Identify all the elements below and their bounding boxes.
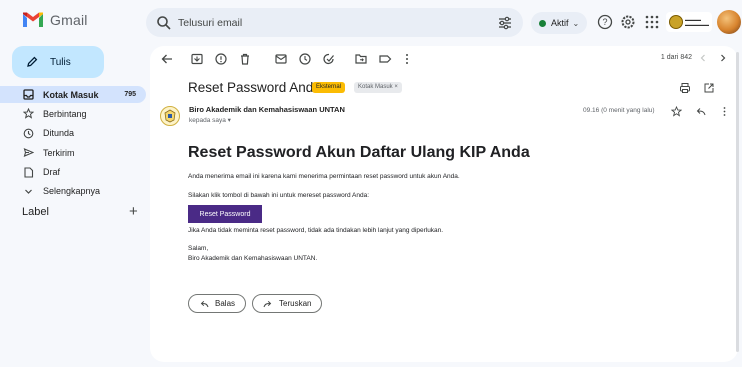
more-vert-icon[interactable] [719, 106, 730, 117]
help-icon[interactable]: ? [597, 14, 613, 30]
delete-icon[interactable] [238, 52, 252, 66]
gmail-m-icon [23, 12, 43, 27]
chevron-down-icon: ⌄ [572, 18, 580, 28]
sidebar-item-inbox[interactable]: Kotak Masuk 795 [0, 86, 146, 103]
sender-name[interactable]: Biro Akademik dan Kemahasiswaan UNTAN [189, 105, 345, 114]
body-paragraph: Silakan klik tombol di bawah ini untuk m… [188, 192, 370, 199]
body-paragraph: Jika Anda tidak meminta reset password, … [188, 227, 444, 234]
archive-icon[interactable] [190, 52, 204, 66]
clock-icon [22, 127, 34, 139]
add-label-button[interactable]: + [129, 203, 138, 220]
move-to-icon[interactable] [354, 52, 368, 66]
email-heading: Reset Password Akun Daftar Ulang KIP And… [188, 144, 530, 161]
top-bar: Gmail Telusuri email Aktif ⌄ ? ▬▬▬▬ ▬▬▬▬… [0, 0, 742, 46]
sidebar-item-label: Terkirim [43, 147, 75, 158]
compose-label: Tulis [50, 56, 71, 68]
sidebar-item-label: Draf [43, 167, 61, 178]
external-tag: Eksternal [312, 82, 346, 93]
send-icon [22, 147, 34, 159]
labels-heading: Label [22, 206, 49, 218]
email-subject: Reset Password Anda [188, 80, 321, 95]
forward-icon [263, 300, 272, 307]
reply-icon[interactable] [695, 106, 706, 117]
app-name: Gmail [50, 11, 88, 28]
recipient-details[interactable]: kepada saya ▾ [189, 116, 231, 124]
chevron-left-icon[interactable] [697, 52, 709, 64]
organization-logo[interactable]: ▬▬▬▬ ▬▬▬▬▬▬ [666, 12, 712, 32]
back-arrow-icon[interactable] [160, 52, 174, 66]
sidebar-item-snoozed[interactable]: Ditunda [0, 125, 146, 142]
sender-avatar [160, 106, 180, 126]
scrollbar[interactable] [736, 52, 739, 352]
star-icon [22, 108, 34, 120]
mark-unread-icon[interactable] [274, 52, 288, 66]
sidebar-item-label: Ditunda [43, 128, 75, 139]
chevron-right-icon[interactable] [717, 52, 729, 64]
search-input[interactable]: Telusuri email [178, 17, 242, 29]
sidebar-item-label: Kotak Masuk [43, 89, 99, 100]
open-new-window-icon[interactable] [703, 82, 715, 94]
label-icon[interactable] [378, 52, 392, 66]
forward-label: Teruskan [279, 299, 312, 308]
reply-button[interactable]: Balas [188, 294, 247, 313]
signoff-name: Biro Akademik dan Kemahasiswaan UNTAN. [188, 255, 318, 262]
sidebar-item-starred[interactable]: Berbintang [0, 105, 146, 122]
sidebar-item-more[interactable]: Selengkapnya [0, 183, 146, 200]
print-icon[interactable] [679, 82, 691, 94]
sidebar-item-label: Berbintang [43, 108, 87, 119]
add-task-icon[interactable] [322, 52, 336, 66]
status-label: Aktif [551, 18, 569, 28]
search-icon[interactable] [156, 15, 172, 31]
email-timestamp: 09.16 (0 menit yang lalu) [583, 107, 655, 114]
forward-button[interactable]: Teruskan [252, 294, 323, 313]
status-selector[interactable]: Aktif ⌄ [531, 12, 588, 34]
sidebar-item-drafts[interactable]: Draf [0, 164, 146, 181]
pagination-text: 1 dari 842 [660, 54, 692, 61]
organization-logo-text: ▬▬▬▬ ▬▬▬▬▬▬ [685, 17, 709, 27]
apps-grid-icon[interactable] [644, 14, 660, 30]
inbox-tag[interactable]: Kotak Masuk × [354, 82, 402, 93]
email-view-panel: 1 dari 842 Reset Password Anda Eksternal… [150, 46, 738, 362]
search-options-icon[interactable] [497, 15, 513, 31]
svg-text:?: ? [602, 17, 607, 27]
star-icon[interactable] [671, 106, 682, 117]
reply-label: Balas [215, 299, 236, 308]
sidebar-item-label: Selengkapnya [43, 186, 101, 197]
inbox-icon [22, 89, 34, 101]
reset-password-button[interactable]: Reset Password [188, 205, 262, 223]
reply-icon [200, 300, 209, 307]
draft-icon [22, 166, 34, 178]
university-seal-icon [164, 109, 176, 123]
gmail-logo[interactable]: Gmail [22, 11, 88, 28]
settings-icon[interactable] [620, 14, 636, 30]
chevron-down-icon [22, 185, 34, 197]
search-bar[interactable]: Telusuri email [146, 8, 523, 37]
online-status-icon [539, 19, 546, 27]
compose-button[interactable]: Tulis [12, 46, 104, 78]
body-paragraph: Anda menerima email ini karena kami mene… [188, 173, 460, 180]
signoff-greeting: Salam, [188, 245, 209, 252]
more-vert-icon[interactable] [400, 52, 414, 66]
sidebar-item-sent[interactable]: Terkirim [0, 144, 146, 161]
university-seal-icon [669, 15, 683, 29]
report-spam-icon[interactable] [214, 52, 228, 66]
unread-count: 795 [124, 91, 136, 98]
sidebar-nav: Kotak Masuk 795 Berbintang Ditunda Terki… [0, 86, 146, 202]
pencil-icon [27, 56, 38, 67]
snooze-icon[interactable] [298, 52, 312, 66]
account-avatar[interactable] [717, 10, 741, 34]
